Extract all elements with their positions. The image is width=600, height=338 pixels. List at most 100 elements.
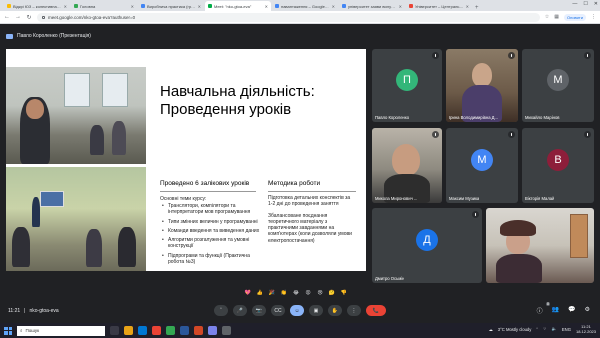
forward-icon[interactable]: → [15, 14, 21, 20]
tab-3[interactable]: Виробнича практика (група... ✕ [138, 1, 204, 11]
tab-favicon-icon [409, 4, 413, 8]
tab-close-icon[interactable]: ✕ [332, 4, 335, 9]
tab-favicon-icon [7, 4, 11, 8]
more-options-button[interactable]: ⋮ [347, 305, 361, 316]
info-icon[interactable]: ⓘ [537, 306, 543, 315]
maximize-icon[interactable]: ☐ [583, 1, 587, 7]
participant-face [472, 63, 492, 87]
language-indicator[interactable]: ENG [562, 327, 571, 332]
method-column: Підготовка детальних конспектів за 1-2 д… [268, 195, 356, 249]
task-view-icon[interactable] [110, 326, 119, 335]
close-window-icon[interactable]: ✕ [594, 1, 598, 7]
camera-button[interactable]: 📷 [252, 305, 266, 316]
camera-icon: 📷 [255, 307, 263, 314]
tray-chevron-icon[interactable]: ˆ [536, 327, 537, 332]
participant-tile[interactable]: Микола Миронович ... [372, 128, 442, 203]
menu-icon[interactable]: ⋮ [591, 14, 596, 20]
tab-close-icon[interactable]: ✕ [265, 4, 268, 9]
word-icon[interactable] [180, 326, 189, 335]
participant-tile[interactable]: П Павло Короленко [372, 49, 442, 122]
reaction-party[interactable]: 🎉 [268, 289, 276, 297]
clock[interactable]: 11:21 18.12.2023 [576, 324, 596, 334]
minimize-icon[interactable]: — [572, 1, 577, 7]
participant-tile[interactable]: Ірина Володимирівна Д... [446, 49, 518, 122]
reload-icon[interactable]: ↻ [26, 14, 32, 21]
more-icon: ⋮ [351, 307, 357, 314]
meeting-info: 11:21 | nko-gtoa-eva [8, 308, 59, 314]
tab-1[interactable]: Відкрі ЮЗ – колективна Бюджет…✕ [4, 1, 70, 11]
reaction-thumbs-down[interactable]: 👎 [340, 289, 348, 297]
captions-button[interactable]: CC [271, 305, 285, 316]
settings-icon[interactable] [222, 326, 231, 335]
reaction-heart[interactable]: 💖 [244, 289, 252, 297]
extensions-icon[interactable]: ▦ [554, 14, 559, 20]
tab-close-icon[interactable]: ✕ [64, 4, 67, 9]
tab-2[interactable]: Головна ✕ [71, 1, 137, 11]
taskbar-search-input[interactable]: ⌕ Пошук [17, 325, 105, 336]
tab-label: Meet: "nko-gtoa-eva" [214, 3, 252, 9]
tab-5[interactable]: навантаження – Google Д... ✕ [272, 1, 338, 11]
audio-options-button[interactable]: ˆ [214, 305, 228, 316]
mic-icon: 🎤 [236, 307, 244, 314]
people-icon[interactable]: 👥 [552, 306, 559, 315]
reaction-clap[interactable]: 👏 [280, 289, 288, 297]
search-placeholder: Пошук [25, 328, 40, 333]
edge-icon[interactable] [138, 326, 147, 335]
activities-icon[interactable]: ⚙ [585, 306, 590, 315]
back-icon[interactable]: ← [4, 14, 10, 20]
emoji-icon: ☺ [294, 307, 300, 314]
reaction-thumbs-up[interactable]: 👍 [256, 289, 264, 297]
chat-icon[interactable]: 💬 [568, 306, 575, 315]
avatar: Д [416, 228, 438, 251]
list-item: Алгоритми розгалуження та умовні констру… [160, 237, 264, 250]
reaction-sad[interactable]: 😢 [316, 289, 324, 297]
self-view-tile[interactable] [486, 208, 594, 283]
meet-favicon-icon [208, 4, 212, 8]
reaction-surprised[interactable]: 😮 [304, 289, 312, 297]
mic-muted-icon [508, 131, 515, 138]
avatar: М [471, 148, 493, 171]
windows-start-icon[interactable] [4, 326, 12, 335]
emoji-button[interactable]: ☺ [290, 305, 304, 316]
weather-text: 3°C Mostly cloudy [497, 326, 532, 332]
phone-hangup-icon: 📞 [372, 307, 380, 314]
present-button[interactable]: ▣ [309, 305, 323, 316]
browser-tab-strip: Відкрі ЮЗ – колективна Бюджет…✕ Головна✕… [0, 0, 600, 11]
participant-hair [500, 220, 536, 236]
reaction-laugh[interactable]: 😂 [292, 289, 300, 297]
teams-icon[interactable] [208, 326, 217, 335]
tab-close-icon[interactable]: ✕ [399, 4, 402, 9]
lock-icon [42, 15, 45, 19]
heading-underline [268, 191, 356, 192]
volume-icon[interactable]: 🔈 [552, 326, 557, 332]
leave-call-button[interactable]: 📞 [366, 305, 386, 316]
participant-tile[interactable]: М Максим Музика [446, 128, 518, 203]
tab-close-icon[interactable]: ✕ [466, 4, 469, 9]
student-figure [112, 121, 126, 155]
network-icon[interactable]: ⌔ [543, 326, 547, 332]
mic-button[interactable]: 🎤 [233, 305, 247, 316]
participant-tile[interactable]: М Михайло Марінов [522, 49, 594, 122]
tab-7[interactable]: Університет – Центральну д...✕ [406, 1, 472, 11]
reaction-thinking[interactable]: 🤔 [328, 289, 336, 297]
window-controls: — ☐ ✕ [572, 1, 598, 7]
topics-label: Основні теми курсу: [160, 196, 207, 202]
tab-close-icon[interactable]: ✕ [131, 4, 134, 9]
tab-favicon-icon [141, 4, 145, 8]
url-field[interactable]: meet.google.com/nko-gtoa-eva?authuser=0 [37, 12, 540, 22]
star-icon[interactable]: ☆ [545, 14, 549, 20]
presenter-label: Павло Короленко (Презентація) [17, 33, 91, 39]
raise-hand-button[interactable]: ✋ [328, 305, 342, 316]
app-icon[interactable] [152, 326, 161, 335]
participant-tile[interactable]: Д Дмитро Осьмін [372, 208, 482, 283]
address-bar-row: ← → ↻ meet.google.com/nko-gtoa-eva?authu… [0, 11, 600, 24]
tab-6[interactable]: університет заяви вилучити ...✕ [339, 1, 405, 11]
powerpoint-icon[interactable] [194, 326, 203, 335]
participant-tile[interactable]: В Вікторія Малай [522, 128, 594, 203]
file-explorer-icon[interactable] [124, 326, 133, 335]
update-button[interactable]: Оновити [564, 13, 586, 21]
search-icon: ⌕ [20, 328, 23, 333]
chrome-icon[interactable] [166, 326, 175, 335]
tab-close-icon[interactable]: ✕ [198, 4, 201, 9]
tab-meet-active[interactable]: Meet: "nko-gtoa-eva" ✕ [205, 1, 271, 11]
